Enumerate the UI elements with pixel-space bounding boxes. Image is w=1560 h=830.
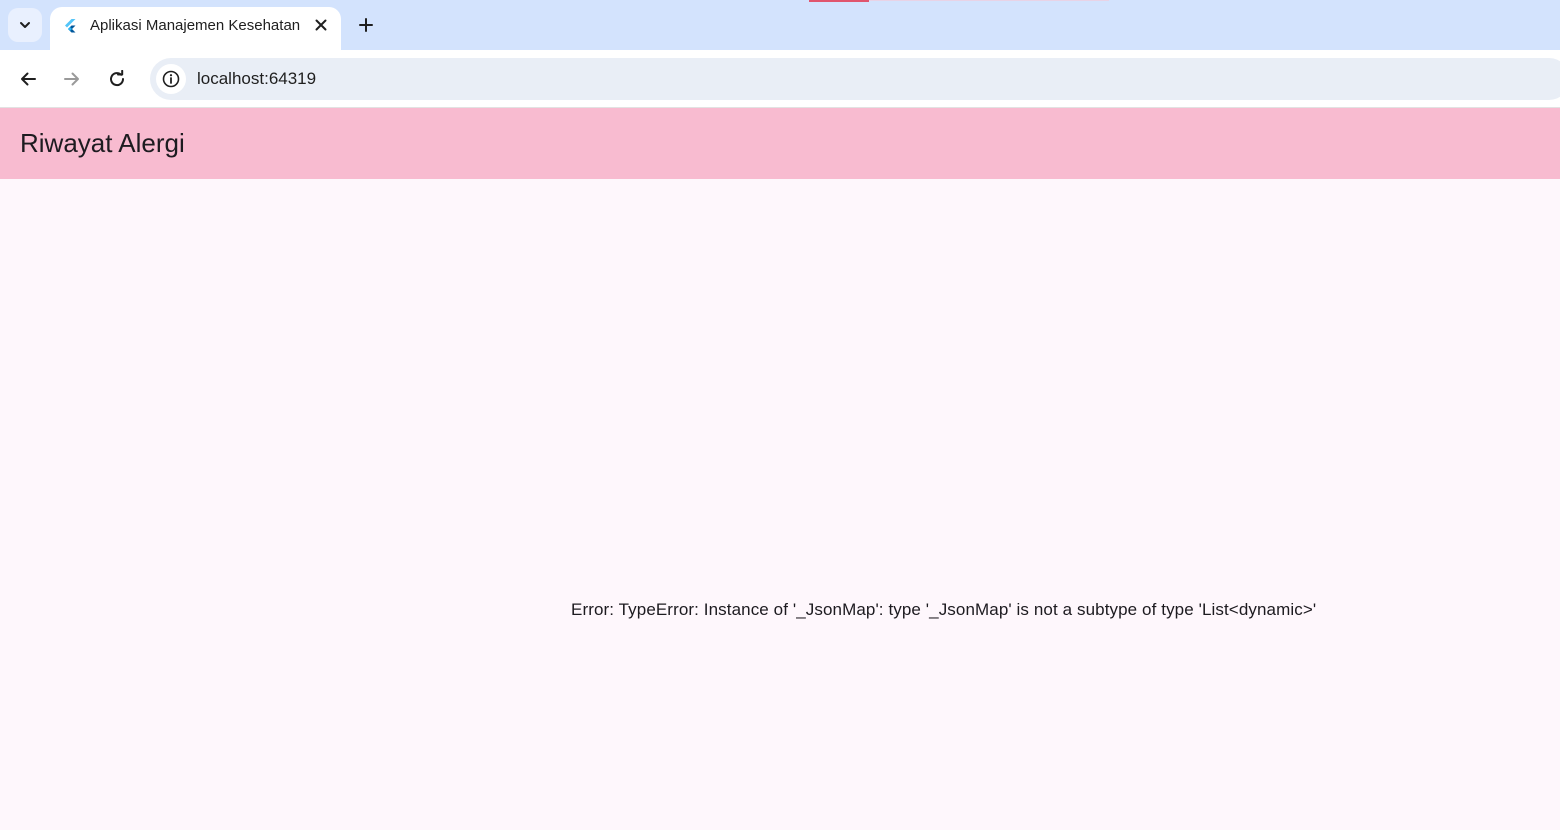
forward-button[interactable] — [57, 64, 87, 94]
app-bar: Riwayat Alergi — [0, 108, 1560, 179]
reload-icon — [110, 70, 125, 87]
plus-icon — [359, 18, 373, 32]
tab-search-button[interactable] — [8, 8, 42, 42]
new-tab-button[interactable] — [352, 11, 380, 39]
tab-strip: Aplikasi Manajemen Kesehatan — [0, 0, 1560, 50]
chevron-down-icon — [20, 22, 30, 28]
arrow-right-icon — [64, 72, 79, 86]
error-message: Error: TypeError: Instance of '_JsonMap'… — [571, 600, 1317, 619]
tab-title: Aplikasi Manajemen Kesehatan — [90, 17, 301, 34]
browser-toolbar: localhost:64319 — [0, 50, 1560, 108]
url-text[interactable]: localhost:64319 — [197, 69, 316, 89]
tab-close-button[interactable] — [312, 16, 330, 34]
site-info-button[interactable] — [156, 64, 186, 94]
page-content: Error: TypeError: Instance of '_JsonMap'… — [0, 179, 1560, 830]
page-title: Riwayat Alergi — [20, 128, 185, 158]
reload-button[interactable] — [102, 64, 132, 94]
back-button[interactable] — [13, 64, 43, 94]
loading-indicator — [809, 0, 869, 2]
browser-tab-active[interactable]: Aplikasi Manajemen Kesehatan — [50, 7, 341, 50]
info-icon — [162, 70, 180, 88]
loading-track — [869, 0, 1109, 1]
arrow-left-icon — [21, 72, 36, 86]
close-icon — [315, 19, 327, 31]
address-bar[interactable]: localhost:64319 — [150, 58, 1560, 100]
flutter-icon — [65, 19, 76, 33]
